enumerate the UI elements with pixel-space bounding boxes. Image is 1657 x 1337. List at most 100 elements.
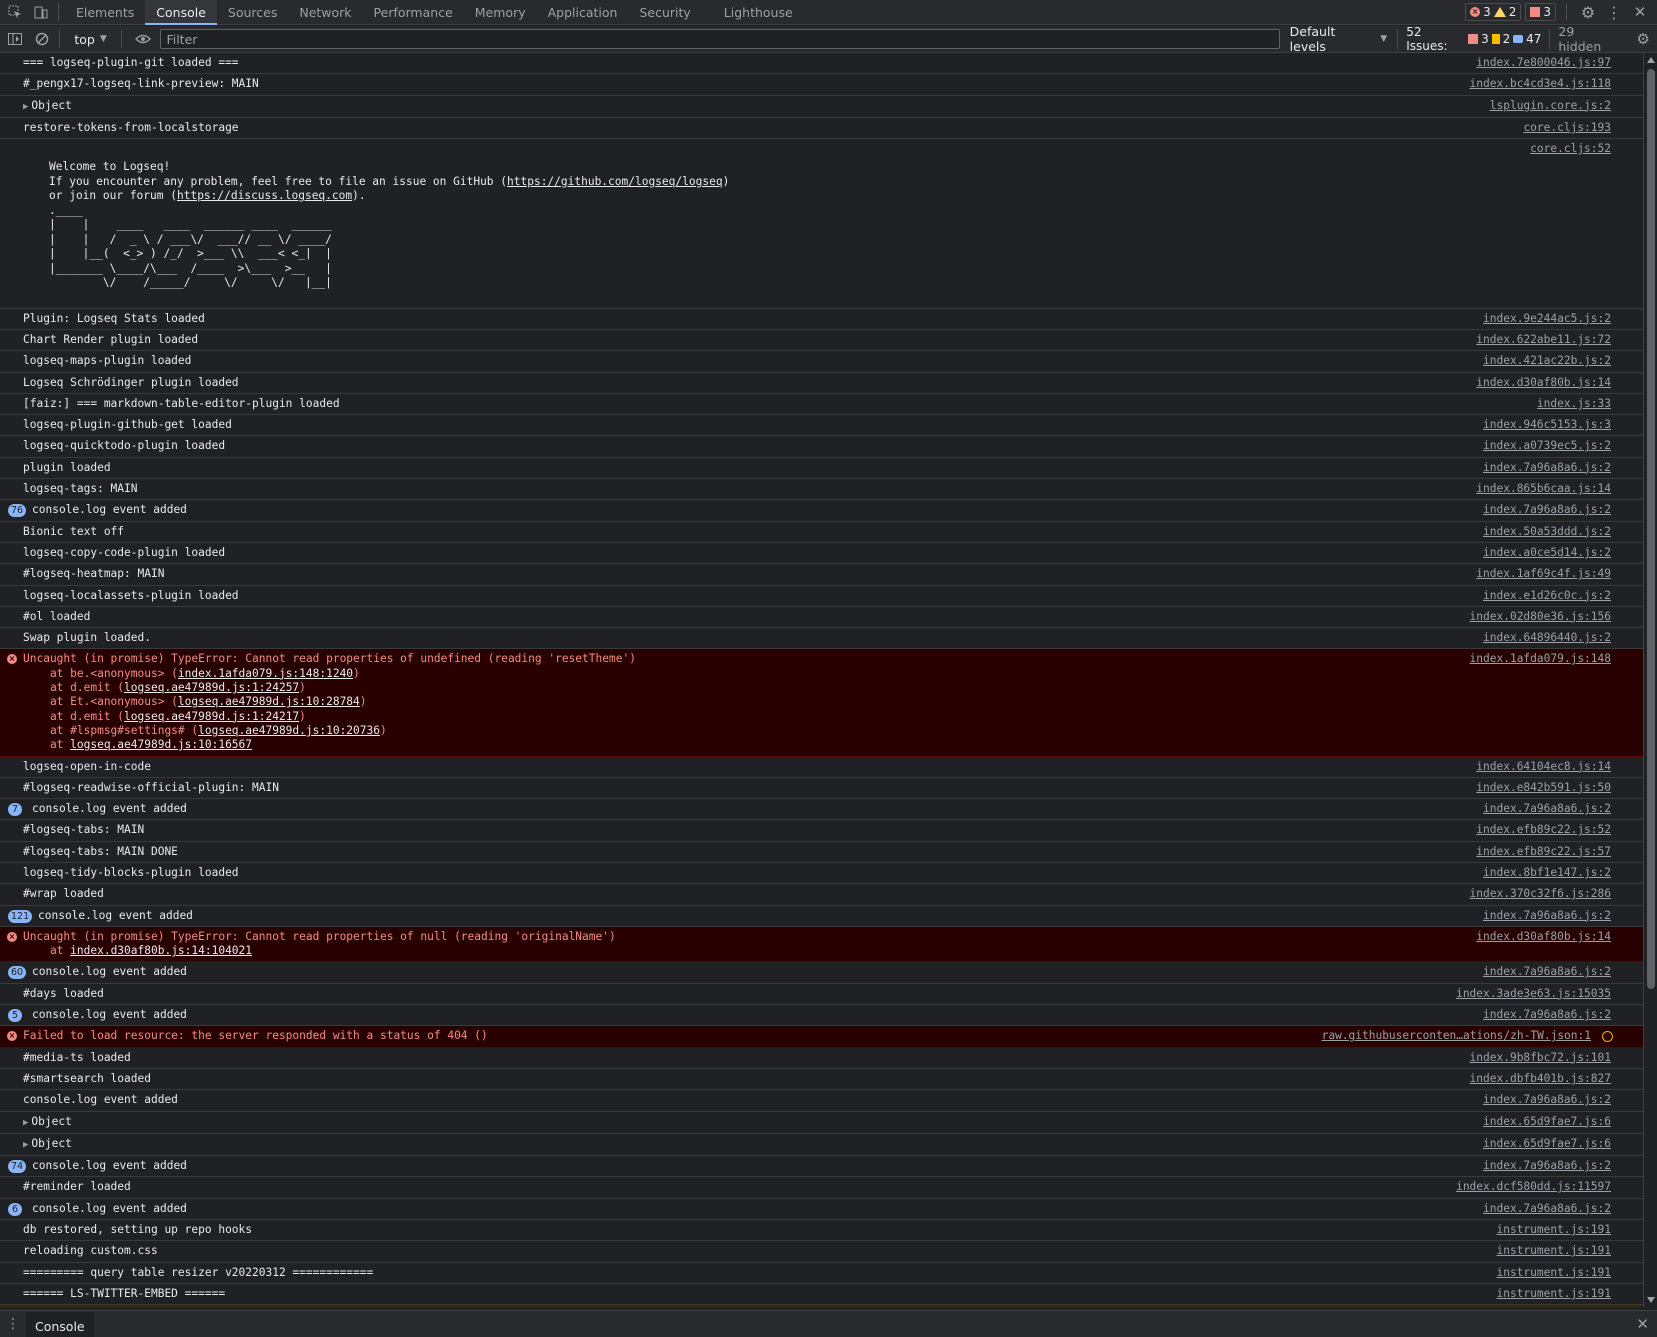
source-link[interactable]: index.3ade3e63.js:15035 xyxy=(1456,987,1611,1001)
console-message-row[interactable]: #days loaded index.3ade3e63.js:15035 xyxy=(0,984,1643,1006)
console-settings-gear-icon[interactable]: ⚙ xyxy=(1631,28,1655,50)
console-message-row[interactable]: logseq-tags: MAIN index.865b6caa.js:14 xyxy=(0,479,1643,501)
expand-caret-icon[interactable]: ▶ xyxy=(23,1140,28,1150)
source-link[interactable]: index.7a96a8a6.js:2 xyxy=(1483,909,1611,923)
source-link[interactable]: lsplugin.core.js:2 xyxy=(1490,99,1611,113)
source-link[interactable]: index.js:33 xyxy=(1537,397,1611,411)
source-link[interactable]: index.7e800046.js:97 xyxy=(1476,56,1611,70)
console-message-row[interactable]: ▶ Object lsplugin.core.js:2 xyxy=(0,96,1643,118)
tab-sources[interactable]: Sources xyxy=(217,0,288,25)
source-link[interactable]: index.dbfb401b.js:827 xyxy=(1470,1072,1611,1086)
console-message-row[interactable]: 60 console.log event added index.7a96a8a6.… xyxy=(0,962,1643,984)
console-message-row[interactable]: ▶ Object index.65d9fae7.js:6 xyxy=(0,1134,1643,1157)
tab-lighthouse[interactable]: Lighthouse xyxy=(702,0,804,25)
console-message-row[interactable]: [faiz:] === markdown-table-editor-plugin… xyxy=(0,394,1643,416)
console-message-row[interactable]: logseq-plugin-github-get loaded index.946… xyxy=(0,415,1643,437)
source-link[interactable]: index.65d9fae7.js:6 xyxy=(1483,1115,1611,1129)
console-error-row[interactable]: × Failed to load resource: the server res… xyxy=(0,1026,1643,1048)
issues-button[interactable]: 52 Issues: 3 2 47 xyxy=(1397,25,1551,53)
scrollbar[interactable] xyxy=(1643,53,1657,1307)
source-link[interactable]: instrument.js:191 xyxy=(1496,1287,1611,1301)
console-message-row[interactable]: logseq-quicktodo-plugin loaded index.a073… xyxy=(0,436,1643,458)
console-message-row[interactable]: #logseq-tabs: MAIN DONE index.efb89c22.js… xyxy=(0,842,1643,863)
console-error-row[interactable]: × Uncaught (in promise) TypeError: Cannot… xyxy=(0,649,1643,757)
expand-caret-icon[interactable]: ▶ xyxy=(23,1118,28,1128)
console-message-row[interactable]: Chart Render plugin loaded index.622abe11… xyxy=(0,330,1643,352)
source-link[interactable]: index.7a96a8a6.js:2 xyxy=(1483,461,1611,475)
console-message-row[interactable]: 5 console.log event added index.7a96a8a6.j… xyxy=(0,1005,1643,1027)
console-message-row[interactable]: Logseq Schrödinger plugin loaded index.d3… xyxy=(0,373,1643,394)
source-link[interactable]: index.d30af80b.js:14 xyxy=(1476,930,1611,944)
source-link[interactable]: index.64104ec8.js:14 xyxy=(1476,760,1611,774)
tab-memory[interactable]: Memory xyxy=(464,0,537,25)
source-link[interactable]: index.8bf1e147.js:2 xyxy=(1483,866,1611,880)
console-message-row[interactable]: logseq-tidy-blocks-plugin loaded index.8b… xyxy=(0,863,1643,885)
source-link[interactable]: index.bc4cd3e4.js:118 xyxy=(1470,77,1611,91)
console-message-row[interactable]: ========= query table resizer v20220312 … xyxy=(0,1263,1643,1284)
source-link[interactable]: core.cljs:52 xyxy=(1530,142,1611,156)
console-message-row[interactable]: Swap plugin loaded. index.64896440.js:2 xyxy=(0,628,1643,650)
tab-security[interactable]: Security xyxy=(628,0,701,25)
source-link[interactable]: index.7a96a8a6.js:2 xyxy=(1483,1093,1611,1107)
source-link[interactable]: raw.githubuserconten…ations/zh-TW.json:1 xyxy=(1322,1029,1591,1043)
source-link[interactable]: index.946c5153.js:3 xyxy=(1483,418,1611,432)
console-message-row[interactable]: #media-ts loaded index.9b8fbc72.js:101 xyxy=(0,1048,1643,1069)
console-warning-row[interactable]: 2▶page-inner's page-entity is nil, given… xyxy=(0,1305,1643,1307)
source-link[interactable]: index.370c32f6.js:286 xyxy=(1470,887,1611,901)
sidebar-toggle-icon[interactable] xyxy=(3,28,27,50)
console-message-row[interactable]: Welcome to Logseq! If you encounter any … xyxy=(0,139,1643,309)
console-message-row[interactable]: reloading custom.css instrument.js:191 xyxy=(0,1241,1643,1263)
console-message-row[interactable]: ====== LS-TWITTER-EMBED ====== instrument… xyxy=(0,1284,1643,1306)
console-message-row[interactable]: #ol loaded index.02d80e36.js:156 xyxy=(0,607,1643,629)
console-message-row[interactable]: #wrap loaded index.370c32f6.js:286 xyxy=(0,884,1643,906)
console-messages[interactable]: === logseq-plugin-git loaded === index.7e… xyxy=(0,53,1643,1307)
close-drawer-icon[interactable]: ✕ xyxy=(1636,1315,1649,1333)
source-link[interactable]: index.d30af80b.js:14 xyxy=(1476,376,1611,390)
source-link[interactable]: index.7a96a8a6.js:2 xyxy=(1483,965,1611,979)
console-message-row[interactable]: restore-tokens-from-localstorage core.clj… xyxy=(0,118,1643,140)
source-link[interactable]: index.64896440.js:2 xyxy=(1483,631,1611,645)
source-link[interactable]: index.622abe11.js:72 xyxy=(1476,333,1611,347)
source-link[interactable]: index.7a96a8a6.js:2 xyxy=(1483,1008,1611,1022)
inspect-element-icon[interactable] xyxy=(4,2,26,22)
live-expression-eye-icon[interactable] xyxy=(131,28,155,50)
console-message-row[interactable]: logseq-open-in-code index.64104ec8.js:14 xyxy=(0,757,1643,778)
drawer-tab-console[interactable]: Console xyxy=(26,1311,94,1337)
device-toolbar-icon[interactable] xyxy=(30,2,52,22)
console-message-row[interactable]: #_pengx17-logseq-link-preview: MAIN index… xyxy=(0,74,1643,96)
console-message-row[interactable]: Plugin: Logseq Stats loaded index.9e244ac… xyxy=(0,309,1643,330)
source-link[interactable]: index.7a96a8a6.js:2 xyxy=(1483,1202,1611,1216)
source-link[interactable]: index.50a53ddd.js:2 xyxy=(1483,525,1611,539)
console-message-row[interactable]: 76 console.log event added index.7a96a8a6.… xyxy=(0,500,1643,522)
log-levels-dropdown[interactable]: Default levels ▼ xyxy=(1280,24,1398,54)
console-message-row[interactable]: 121 console.log event added index.7a96a8a6… xyxy=(0,906,1643,927)
tab-performance[interactable]: Performance xyxy=(363,0,464,25)
source-link[interactable]: index.efb89c22.js:52 xyxy=(1476,823,1611,837)
source-link[interactable]: index.9e244ac5.js:2 xyxy=(1483,312,1611,326)
filter-input[interactable] xyxy=(160,29,1280,49)
tab-network[interactable]: Network xyxy=(288,0,362,25)
console-message-row[interactable]: #logseq-tabs: MAIN index.efb89c22.js:52 xyxy=(0,820,1643,842)
console-message-row[interactable]: logseq-maps-plugin loaded index.421ac22b.… xyxy=(0,351,1643,373)
console-message-row[interactable]: 7 console.log event added index.7a96a8a6.j… xyxy=(0,799,1643,821)
console-message-row[interactable]: === logseq-plugin-git loaded === index.7e… xyxy=(0,53,1643,75)
source-link[interactable]: index.e842b591.js:50 xyxy=(1476,781,1611,795)
scroll-down-arrow-icon[interactable] xyxy=(1647,1297,1655,1303)
expand-caret-icon[interactable]: ▶ xyxy=(23,102,28,112)
console-error-row[interactable]: × Uncaught (in promise) TypeError: Cannot… xyxy=(0,926,1643,963)
console-message-row[interactable]: db restored, setting up repo hooks instru… xyxy=(0,1220,1643,1242)
more-options-icon[interactable]: ⋮ xyxy=(1603,2,1625,22)
source-link[interactable]: index.65d9fae7.js:6 xyxy=(1483,1137,1611,1151)
console-message-row[interactable]: 6 console.log event added index.7a96a8a6.j… xyxy=(0,1199,1643,1221)
settings-gear-icon[interactable]: ⚙ xyxy=(1577,2,1599,22)
clear-console-icon[interactable] xyxy=(30,28,54,50)
issues-counter[interactable]: 3 xyxy=(1525,3,1556,21)
source-link[interactable]: instrument.js:191 xyxy=(1496,1244,1611,1258)
close-icon[interactable]: ✕ xyxy=(1629,2,1651,22)
network-globe-icon[interactable] xyxy=(1602,1031,1613,1043)
console-message-counts[interactable]: × 3 2 xyxy=(1465,3,1522,21)
console-message-row[interactable]: logseq-copy-code-plugin loaded index.a0ce… xyxy=(0,543,1643,565)
console-message-row[interactable]: console.log event added index.7a96a8a6.js… xyxy=(0,1090,1643,1112)
source-link[interactable]: index.e1d26c0c.js:2 xyxy=(1483,589,1611,603)
console-message-row[interactable]: #logseq-readwise-official-plugin: MAIN in… xyxy=(0,778,1643,800)
